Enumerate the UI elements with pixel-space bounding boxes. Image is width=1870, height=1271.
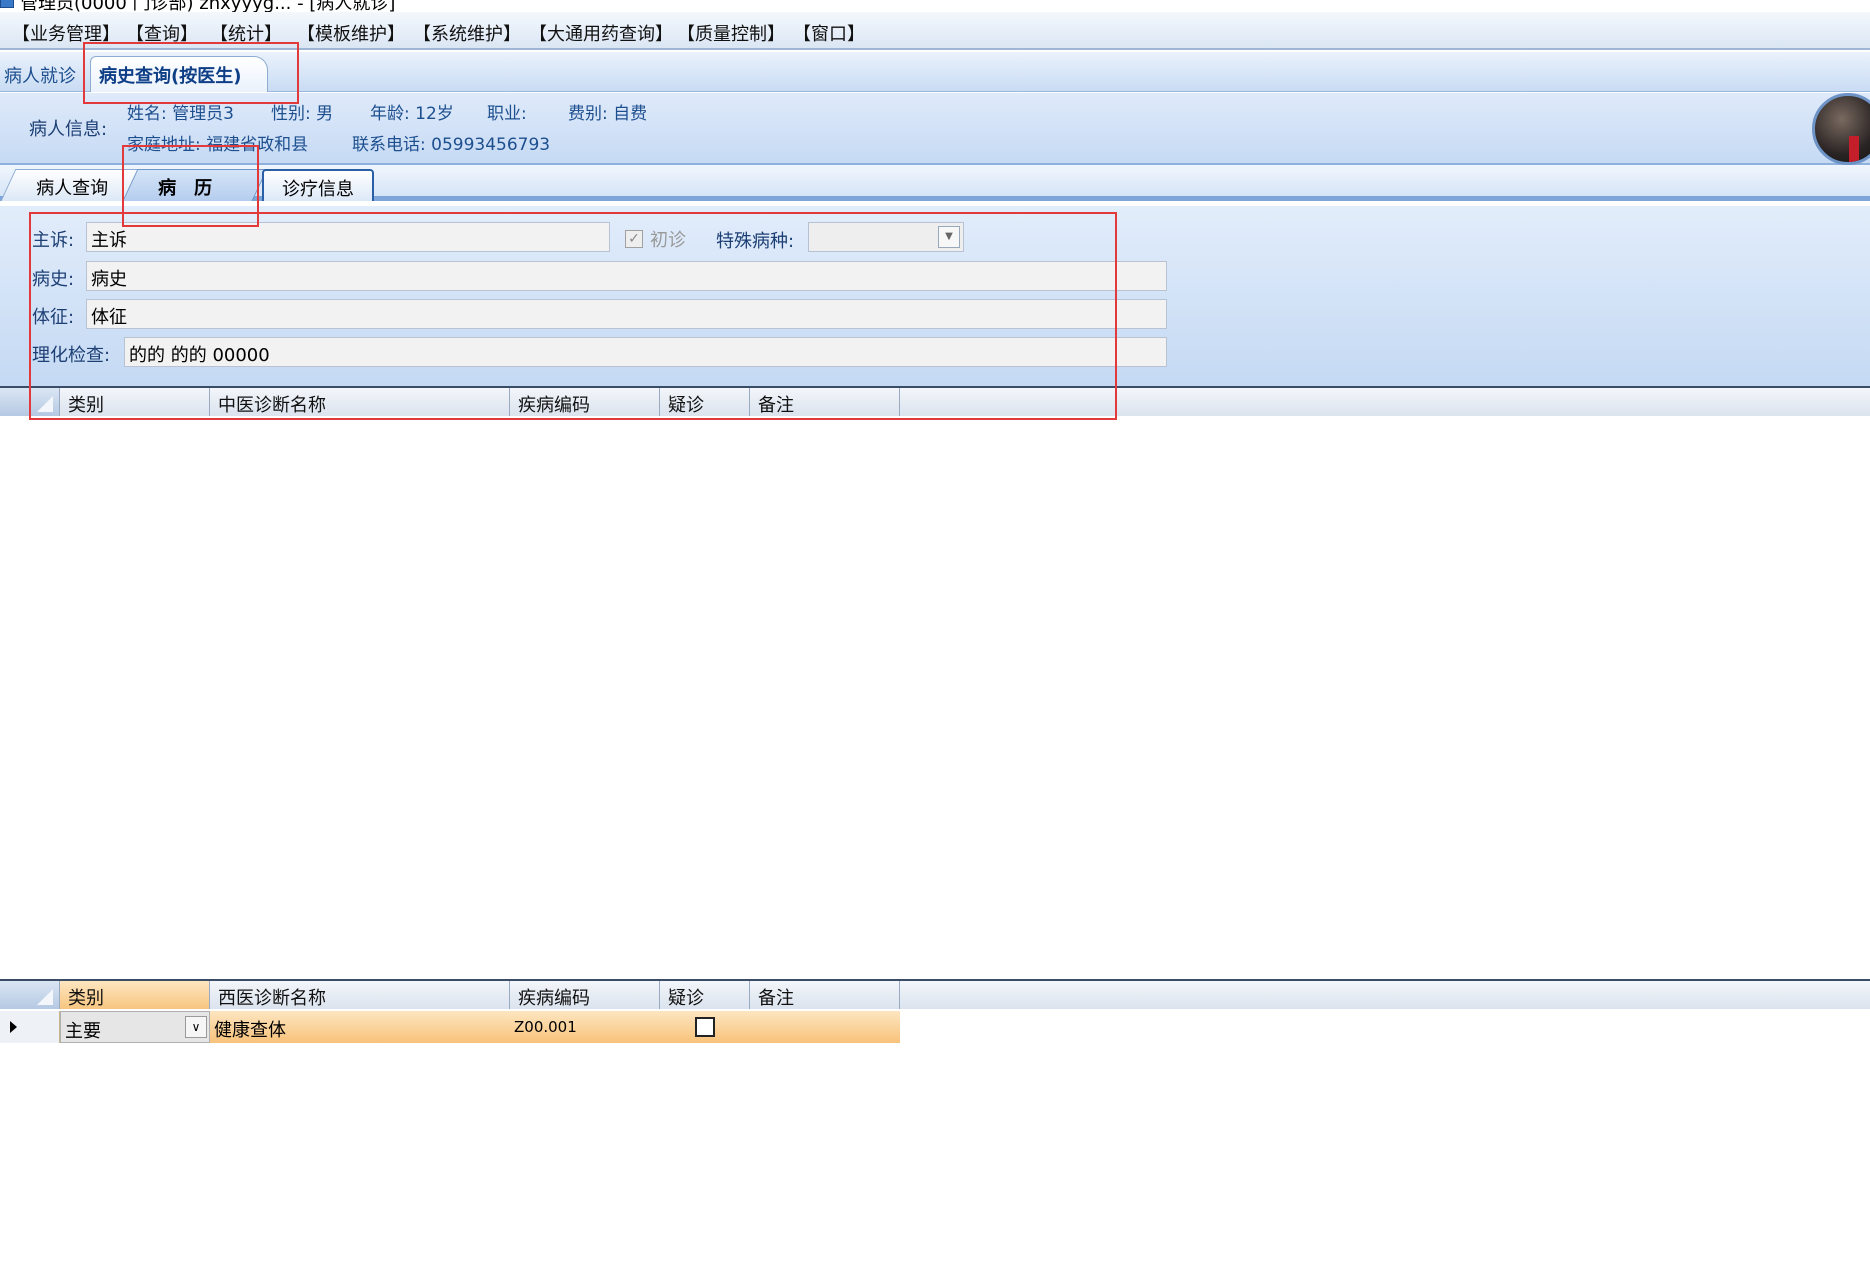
menu-window[interactable]: 【窗口】 (793, 20, 865, 46)
chevron-down-icon[interactable]: ∨ (185, 1016, 207, 1038)
col-code[interactable]: 疾病编码 (510, 981, 660, 1009)
chevron-down-icon[interactable]: ▼ (938, 226, 960, 248)
menu-system[interactable]: 【系统维护】 (413, 20, 521, 46)
history-label: 病史: (32, 269, 75, 290)
row-note-cell[interactable] (750, 1011, 900, 1043)
row-type-value: 主要 (65, 1021, 101, 1042)
table-row[interactable]: 主要 ∨ 健康查体 Z00.001 (0, 1011, 900, 1043)
col-type[interactable]: 类别 (60, 388, 210, 416)
patient-fee-type: 费别: 自费 (568, 104, 648, 124)
menu-query[interactable]: 【查询】 (126, 20, 198, 46)
col-type[interactable]: 类别 (60, 981, 210, 1009)
lab-exam-input[interactable]: 的的 的的 00000 (124, 337, 1167, 367)
signs-input[interactable]: 体征 (86, 299, 1167, 329)
special-disease-select[interactable]: ▼ (808, 222, 964, 252)
tab-medical-record-label: 病历 (158, 178, 231, 199)
user-avatar[interactable] (1812, 93, 1870, 165)
col-wm-name[interactable]: 西医诊断名称 (210, 981, 510, 1009)
tab-patient-query-label: 病人查询 (36, 178, 109, 199)
menu-bar: 【业务管理】 【查询】 【统计】 【模板维护】 【系统维护】 【大通用药查询】 … (0, 12, 1870, 50)
menu-stats[interactable]: 【统计】 (210, 20, 282, 46)
patient-age: 年龄: 12岁 (370, 104, 454, 124)
wm-diagnosis-grid: 类别 西医诊断名称 疾病编码 疑诊 备注 (0, 979, 1870, 1009)
grid-corner[interactable] (0, 981, 60, 1009)
patient-name: 姓名: 管理员3 (127, 104, 234, 124)
menu-business[interactable]: 【业务管理】 (12, 20, 120, 46)
document-tabs: 病人就诊 病史查询(按医生) (0, 52, 1870, 92)
tab-history-by-doctor[interactable]: 病史查询(按医生) (90, 56, 268, 92)
app-icon (0, 0, 14, 8)
chief-complaint-label: 主诉: (32, 230, 75, 251)
signs-label: 体征: (32, 307, 75, 328)
col-code[interactable]: 疾病编码 (510, 388, 660, 416)
grid-corner[interactable] (0, 388, 60, 416)
chief-complaint-input[interactable]: 主诉 (86, 222, 610, 252)
col-note[interactable]: 备注 (750, 981, 900, 1009)
patient-occupation: 职业: (487, 104, 527, 124)
menu-quality[interactable]: 【质量控制】 (677, 20, 785, 46)
history-input[interactable]: 病史 (86, 261, 1167, 291)
menu-templates[interactable]: 【模板维护】 (297, 20, 405, 46)
patient-gender: 性别: 男 (271, 104, 334, 124)
window-titlebar: 管理员(0000 门诊部) zhxyyyg... - [病人就诊] (0, 0, 1870, 12)
window-title: 管理员(0000 门诊部) zhxyyyg... - [病人就诊] (20, 0, 396, 12)
first-visit-checkbox[interactable]: ✓ (625, 230, 643, 248)
tab-treatment-info[interactable]: 诊疗信息 (262, 169, 374, 201)
row-name-cell[interactable]: 健康查体 (210, 1011, 510, 1043)
first-visit-label: 初诊 (650, 230, 686, 251)
row-type-cell[interactable]: 主要 ∨ (60, 1011, 210, 1043)
suspected-checkbox[interactable] (695, 1017, 715, 1037)
special-disease-label: 特殊病种: (716, 231, 795, 252)
row-code-cell[interactable]: Z00.001 (510, 1011, 660, 1043)
tcm-diagnosis-grid: 类别 中医诊断名称 疾病编码 疑诊 备注 (0, 386, 1870, 416)
tab-medical-record[interactable]: 病历 (122, 169, 268, 201)
row-suspected-cell[interactable] (660, 1011, 750, 1043)
triangle-right-icon (0, 1011, 60, 1043)
col-suspected[interactable]: 疑诊 (660, 981, 750, 1009)
menu-drug-query[interactable]: 【大通用药查询】 (529, 20, 673, 46)
patient-address: 家庭地址: 福建省政和县 (127, 135, 309, 155)
record-form: 主诉: 主诉 ✓ 初诊 特殊病种: ▼ 病史: 病史 体征: 体征 理化检查: … (0, 206, 1870, 386)
patient-phone: 联系电话: 05993456793 (352, 135, 551, 155)
tab-patient-visit[interactable]: 病人就诊 (0, 56, 80, 92)
col-suspected[interactable]: 疑诊 (660, 388, 750, 416)
col-tcm-name[interactable]: 中医诊断名称 (210, 388, 510, 416)
lab-exam-label: 理化检查: (32, 345, 111, 366)
record-subtabs: 病人查询 病历 诊疗信息 (0, 165, 1870, 201)
patient-info-panel: 病人信息: 姓名: 管理员3 性别: 男 年龄: 12岁 职业: 费别: 自费 … (0, 93, 1870, 165)
patient-info-label: 病人信息: (29, 119, 108, 140)
col-note[interactable]: 备注 (750, 388, 900, 416)
